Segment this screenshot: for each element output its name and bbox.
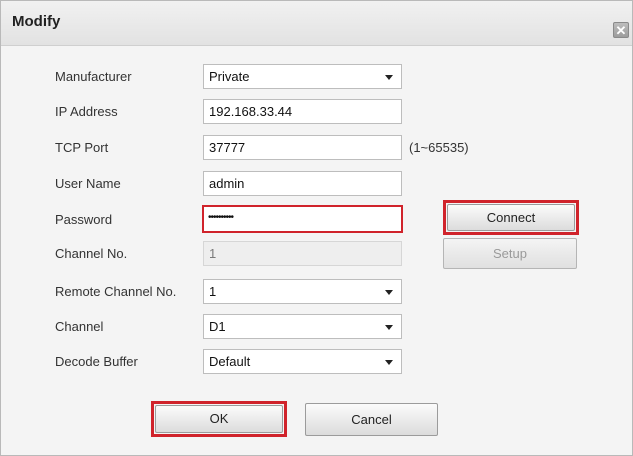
cancel-button[interactable]: Cancel — [305, 403, 438, 436]
user-name-input[interactable]: admin — [203, 171, 402, 196]
connect-button[interactable]: Connect — [447, 204, 575, 231]
password-input[interactable]: •••••••••• — [202, 205, 403, 233]
close-icon[interactable]: ✕ — [613, 22, 629, 38]
remote-channel-no-select[interactable]: 1 — [203, 279, 402, 304]
chevron-down-icon — [385, 360, 393, 365]
tcp-port-range-hint: (1~65535) — [409, 140, 469, 155]
setup-button: Setup — [443, 238, 577, 269]
dialog-title: Modify — [12, 13, 61, 30]
channel-label: Channel — [55, 319, 104, 334]
modify-dialog: Modify ✕ Manufacturer Private IP Address… — [0, 0, 633, 456]
ip-address-label: IP Address — [55, 104, 118, 119]
manufacturer-value: Private — [209, 69, 250, 84]
manufacturer-label: Manufacturer — [55, 69, 132, 84]
chevron-down-icon — [385, 290, 393, 295]
remote-channel-no-label: Remote Channel No. — [55, 284, 177, 299]
channel-select[interactable]: D1 — [203, 314, 402, 339]
chevron-down-icon — [385, 325, 393, 330]
channel-no-label: Channel No. — [55, 246, 128, 261]
decode-buffer-select[interactable]: Default — [203, 349, 402, 374]
remote-channel-no-value: 1 — [209, 284, 217, 299]
decode-buffer-label: Decode Buffer — [55, 354, 138, 369]
user-name-label: User Name — [55, 176, 121, 191]
password-label: Password — [55, 212, 113, 227]
channel-value: D1 — [209, 319, 226, 334]
tcp-port-input[interactable]: 37777 — [203, 135, 402, 160]
channel-no-input: 1 — [203, 241, 402, 266]
ip-address-input[interactable]: 192.168.33.44 — [203, 99, 402, 124]
manufacturer-select[interactable]: Private — [203, 64, 402, 89]
dialog-titlebar[interactable]: Modify ✕ — [1, 1, 632, 46]
tcp-port-label: TCP Port — [55, 140, 109, 155]
decode-buffer-value: Default — [209, 354, 251, 369]
chevron-down-icon — [385, 75, 393, 80]
ok-button[interactable]: OK — [155, 405, 283, 433]
